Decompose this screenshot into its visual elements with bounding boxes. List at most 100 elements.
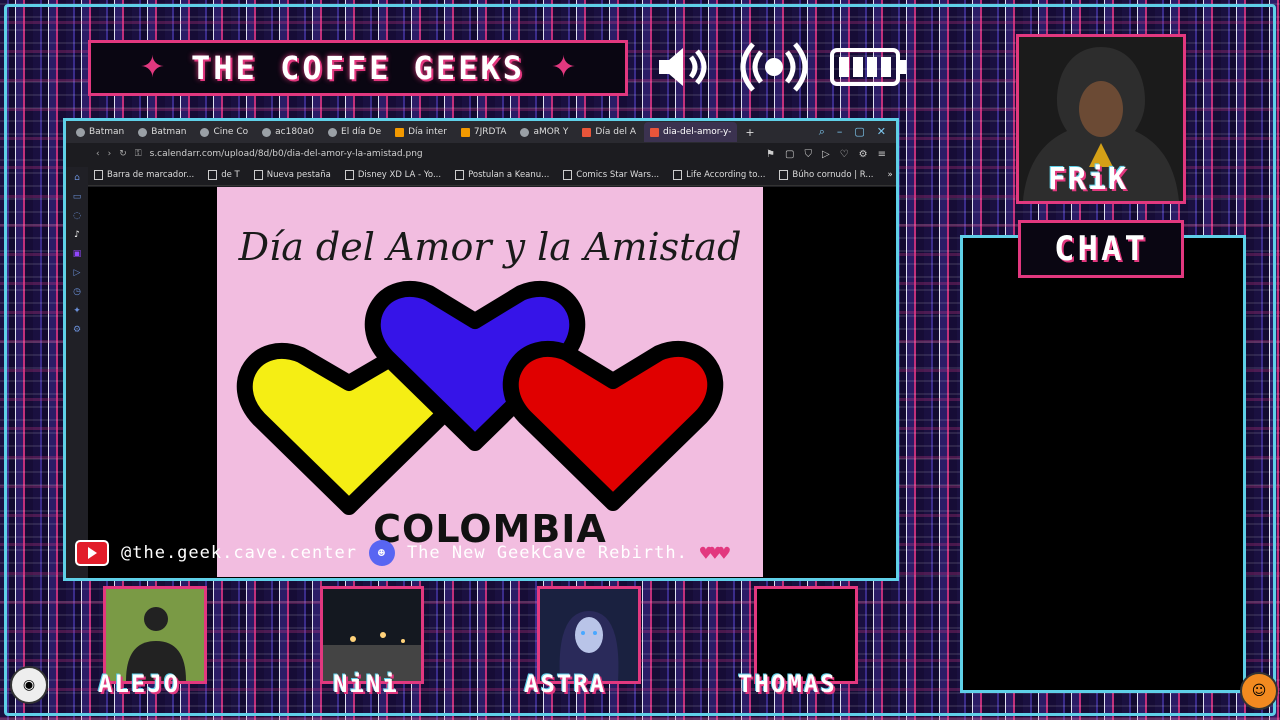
search-icon[interactable]: ⌕ <box>819 125 825 139</box>
forward-icon[interactable]: › <box>108 149 112 159</box>
tab-8[interactable]: Día del A <box>576 122 642 142</box>
close-icon[interactable]: ✕ <box>877 125 886 139</box>
tab-0[interactable]: Batman <box>70 122 130 142</box>
browser-window: Batman Batman Cine Co ac180a0 El día De … <box>63 118 899 581</box>
minimize-icon[interactable]: – <box>837 125 843 139</box>
tiktok-icon[interactable]: ♪ <box>74 230 80 240</box>
page-viewport: Día del Amor y la Amistad COLOMBIA <box>88 187 896 578</box>
page-icon <box>253 170 263 180</box>
guest-avatar <box>323 589 421 681</box>
tab-3[interactable]: ac180a0 <box>256 122 320 142</box>
tab-favicon-icon <box>395 127 405 137</box>
discord-server: The New GeekCave Rebirth. <box>406 543 688 563</box>
tab-1[interactable]: Batman <box>132 122 192 142</box>
tab-9-active[interactable]: dia-del-amor-y- <box>644 122 738 142</box>
bookmark-item[interactable]: Nueva pestaña <box>253 170 331 180</box>
tab-favicon-icon <box>138 127 148 137</box>
tab-bar: Batman Batman Cine Co ac180a0 El día De … <box>66 121 896 143</box>
tab-favicon-icon <box>328 127 338 137</box>
tab-favicon-icon <box>76 127 85 137</box>
tab-7[interactable]: aMOR Y <box>514 122 574 142</box>
twitch-icon[interactable]: ▣ <box>73 249 82 259</box>
back-icon[interactable]: ‹ <box>96 149 100 159</box>
maximize-icon[interactable]: ▢ <box>854 125 864 139</box>
bookmark-item[interactable]: Búho cornudo | R... <box>779 170 874 180</box>
browser-sidebar: ⌂ ▭ ◌ ♪ ▣ ▷ ◷ ✦ ⚙ <box>66 167 88 578</box>
bookmark-item[interactable]: Comics Star Wars... <box>563 170 659 180</box>
tab-2[interactable]: Cine Co <box>194 122 254 142</box>
status-icons <box>655 40 909 94</box>
bookmark-item[interactable]: Postulan a Keanu... <box>455 170 549 180</box>
page-icon <box>208 170 218 180</box>
menu-icon[interactable]: ≡ <box>878 149 886 160</box>
hearts-icon: ♥♥♥ <box>699 541 730 565</box>
host-name: FRiK <box>1048 162 1129 197</box>
guest-avatar <box>540 589 638 681</box>
extensions-icon[interactable]: ✦ <box>73 306 81 316</box>
tab-favicon-icon <box>582 127 592 137</box>
address-bar-icons: ⚑ ▢ ⛉ ▷ ♡ ⚙ ≡ <box>766 149 896 160</box>
page-icon <box>563 170 573 180</box>
guest-name-nini: NiNi <box>333 670 399 698</box>
bookmarks-bar: Barra de marcador... de T Nueva pestaña … <box>66 165 896 186</box>
mascot-icon: ☺ <box>1240 672 1278 710</box>
messenger-icon[interactable]: ◌ <box>73 211 81 221</box>
guest-name-astra: ASTRA <box>524 670 607 698</box>
tab-favicon-icon <box>650 127 659 137</box>
url-field[interactable]: s.calendarr.com/upload/8d/b0/dia-del-amo… <box>150 149 423 159</box>
tab-favicon-icon <box>200 127 210 137</box>
more-bookmarks-icon[interactable]: » <box>888 170 897 180</box>
chat-title: CHAT <box>1054 229 1148 269</box>
youtube-icon <box>75 540 109 566</box>
bookmark-item[interactable]: Life According to... <box>673 170 765 180</box>
stream-title-banner: ✦ THE COFFE GEEKS ✦ <box>88 40 628 96</box>
page-icon <box>673 170 683 180</box>
red-heart <box>502 341 724 511</box>
tab-favicon-icon <box>262 127 272 137</box>
bookmark-item[interactable]: Disney XD LA - Yo... <box>344 170 441 180</box>
bookmark-icon[interactable]: ⚑ <box>766 149 775 160</box>
play-icon[interactable]: ▷ <box>822 149 830 160</box>
window-controls: ⌕ – ▢ ✕ <box>819 125 896 139</box>
chat-panel <box>960 235 1246 693</box>
settings-icon[interactable]: ⚙ <box>73 325 81 335</box>
stream-title: THE COFFE GEEKS <box>191 49 525 87</box>
bookmark-item[interactable]: de T <box>208 170 240 180</box>
tab-favicon-icon <box>520 127 530 137</box>
tab-5[interactable]: Día inter <box>389 122 453 142</box>
page-icon <box>344 170 354 180</box>
history-icon[interactable]: ◷ <box>73 287 81 297</box>
social-bar: @the.geek.cave.center ☻ The New GeekCave… <box>75 540 730 566</box>
displayed-image: Día del Amor y la Amistad COLOMBIA <box>217 187 763 577</box>
folder-icon <box>94 170 103 180</box>
screenshot-icon[interactable]: ▢ <box>785 149 794 160</box>
guest-name-thomas: THOMAS <box>738 670 837 698</box>
tab-favicon-icon <box>460 127 470 137</box>
home-icon[interactable]: ⌂ <box>74 173 80 183</box>
tab-4[interactable]: El día De <box>322 122 387 142</box>
guest-name-alejo: ALEJO <box>98 670 181 698</box>
new-tab-button[interactable]: + <box>739 126 760 139</box>
battery-icon <box>829 45 909 89</box>
discord-icon: ☻ <box>368 540 395 566</box>
guest-avatar <box>106 589 204 681</box>
page-icon <box>779 170 789 180</box>
bookmark-item[interactable]: Barra de marcador... <box>94 170 194 180</box>
tab-6[interactable]: 7JRDTA <box>455 122 513 142</box>
wallet-icon[interactable]: ▭ <box>73 192 82 202</box>
sparkle-icon: ✦ <box>550 50 577 85</box>
shield-icon[interactable]: ⛉ <box>804 149 812 160</box>
address-bar: ‹ › ↻ ⚿ s.calendarr.com/upload/8d/b0/dia… <box>66 143 896 165</box>
alien-logo-icon: ◉ <box>10 666 48 704</box>
reload-icon[interactable]: ↻ <box>119 149 127 159</box>
sparkle-icon: ✦ <box>139 50 165 85</box>
speaker-icon <box>655 42 719 92</box>
chat-header: CHAT <box>1018 220 1184 278</box>
heart-icon[interactable]: ♡ <box>840 149 849 160</box>
youtube-handle: @the.geek.cave.center <box>121 543 357 563</box>
player-icon[interactable]: ▷ <box>74 268 81 278</box>
extension-icon[interactable]: ⚙ <box>859 149 868 160</box>
page-icon <box>455 170 465 180</box>
broadcast-icon <box>737 40 811 94</box>
site-info-icon[interactable]: ⚿ <box>135 149 142 159</box>
